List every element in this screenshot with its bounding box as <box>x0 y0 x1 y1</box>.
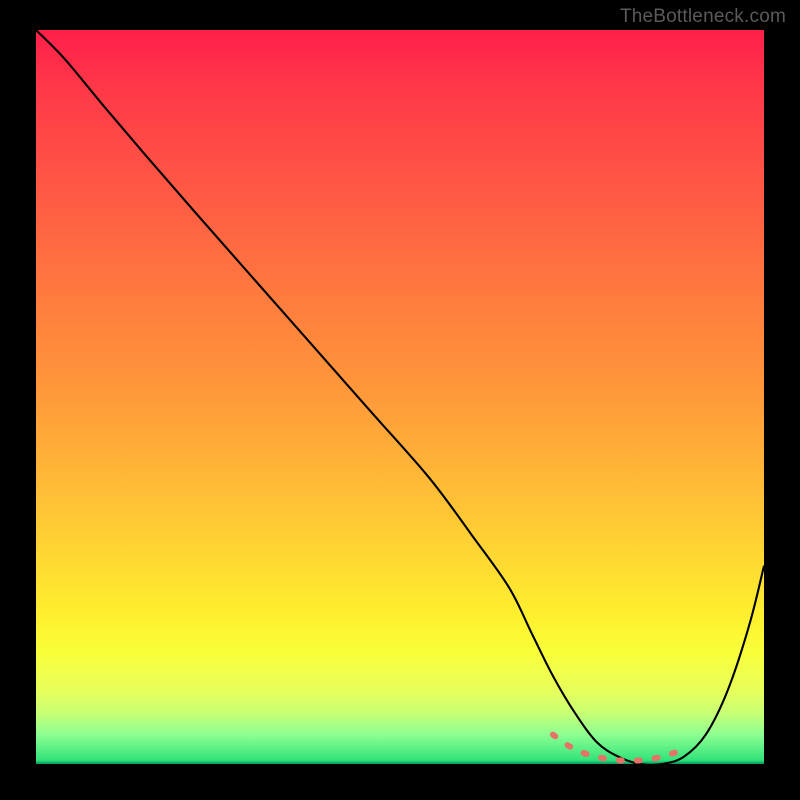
plot-background <box>36 30 764 764</box>
chart-svg <box>36 30 764 764</box>
bottleneck-curve <box>36 30 764 764</box>
watermark-text: TheBottleneck.com <box>620 6 786 28</box>
chart-frame: TheBottleneck.com <box>0 0 800 800</box>
